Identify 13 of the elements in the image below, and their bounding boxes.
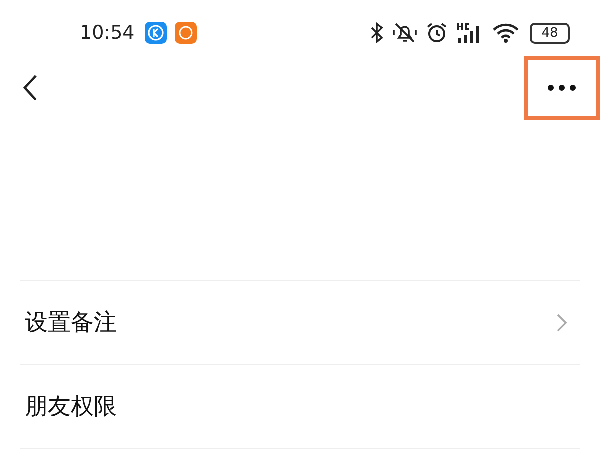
app-notification-icon bbox=[174, 22, 197, 44]
alarm-icon bbox=[426, 22, 448, 44]
muted-bell-icon bbox=[392, 22, 418, 44]
menu-row[interactable]: 朋友权限 bbox=[20, 365, 580, 449]
battery-level: 48 bbox=[542, 26, 558, 40]
app-notification-icon bbox=[144, 22, 167, 44]
more-button[interactable] bbox=[524, 56, 600, 120]
back-icon[interactable] bbox=[22, 74, 38, 102]
menu-row[interactable]: 设置备注 bbox=[20, 281, 580, 365]
status-time: 10:54 bbox=[80, 22, 135, 44]
bluetooth-icon bbox=[370, 22, 384, 44]
wifi-icon bbox=[492, 22, 520, 44]
more-icon bbox=[547, 84, 577, 92]
